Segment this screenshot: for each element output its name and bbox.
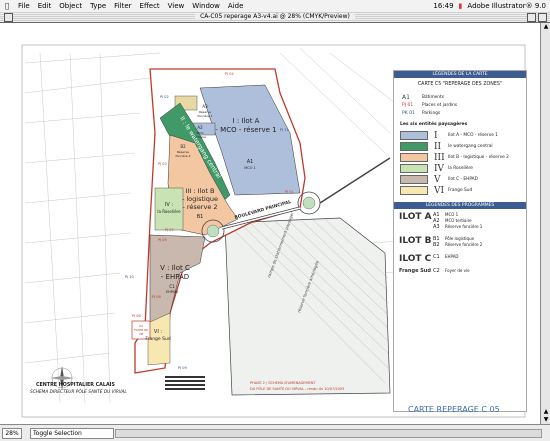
legend-key-row: A1 Bâtiments — [402, 93, 444, 101]
entite-row: III Ilot B - logistique - réserve 2 — [400, 152, 526, 163]
svg-text:- réserve 2: - réserve 2 — [182, 203, 217, 211]
programme-ilot-b: ILOT B B1 B2 Pôle logistique Réserve fonci… — [399, 236, 483, 248]
horizontal-scrollbar[interactable] — [115, 429, 542, 438]
scroll-up-icon[interactable]: ▲ — [542, 408, 550, 416]
svg-text:la Roselière: la Roselière — [157, 209, 181, 214]
swatch — [400, 164, 428, 173]
svg-text:foncière 2: foncière 2 — [176, 154, 191, 158]
scroll-up-icon[interactable]: ▲ — [542, 23, 550, 31]
svg-text:- logistique: - logistique — [182, 195, 218, 203]
clock: 16:49 — [433, 2, 454, 10]
artboard-canvas[interactable]: rampe de stationnement paysager réserve … — [0, 23, 541, 424]
legend-key-row: PK 01 Parkings — [402, 110, 441, 116]
title-schema: SCHEMA DIRECTEUR PÔLE SANTÉ DU VIRVAL — [30, 387, 127, 395]
close-box-icon[interactable] — [4, 13, 13, 22]
menu-aide[interactable]: Aide — [224, 0, 247, 12]
programmes-header: LÉGENDES DES PROGRAMMES — [394, 202, 526, 209]
status-bar: 28% Toggle Selection — [0, 424, 550, 441]
phase-title: PHASE 2 / SCHEMA D'AMENAGEMENT — [250, 381, 316, 385]
legend-title: CARTE C5 "REPERAGE DES ZONES" — [417, 82, 503, 87]
collapse-box-icon[interactable] — [538, 13, 547, 22]
menu-file[interactable]: File — [14, 0, 34, 12]
swatch — [400, 175, 428, 184]
swatch — [400, 186, 428, 195]
svg-text:VIE: VIE — [139, 332, 144, 336]
menu-object[interactable]: Object — [55, 0, 86, 12]
phase-sub: DU PÔLE DE SANTE DU VIRVAL - rendu du 10… — [250, 386, 344, 391]
legend-header: LÉGENDES DE LA CARTE — [394, 71, 526, 78]
svg-text:V : Ilot C: V : Ilot C — [160, 264, 190, 272]
menu-edit[interactable]: Edit — [34, 0, 56, 12]
entite-row: IV la Roselière — [400, 163, 526, 174]
legend-panel: LÉGENDES DE LA CARTE CARTE C5 "REPERAGE … — [393, 70, 527, 412]
svg-text:III : Ilot B: III : Ilot B — [186, 187, 215, 195]
menu-window[interactable]: Window — [188, 0, 224, 12]
flag-icon[interactable]: ▮ — [459, 0, 463, 12]
programme-ilot-c: ILOT C C1 EHPAD — [399, 254, 459, 264]
apple-menu-icon[interactable]:  — [0, 0, 14, 12]
svg-text:PJ 06: PJ 06 — [152, 295, 161, 299]
legend-key-row: PJ 01 Places et jardins — [402, 102, 458, 108]
svg-text:PJ 03: PJ 03 — [158, 162, 167, 166]
svg-text:PJ 04: PJ 04 — [225, 72, 234, 76]
entite-row: V Ilot C - EHPAD — [400, 174, 526, 185]
zoom-box-icon[interactable] — [527, 13, 536, 22]
swatch — [400, 153, 428, 162]
svg-text:PJ 05: PJ 05 — [158, 238, 167, 242]
entite-row: I Ilot A - MCO - réserve 1 — [400, 130, 526, 141]
menu-type[interactable]: Type — [86, 0, 110, 12]
vertical-scrollbar[interactable]: ▲ ▲ ▼ — [540, 23, 550, 424]
svg-text:VI :: VI : — [154, 329, 162, 335]
svg-text:PJ 07: PJ 07 — [165, 228, 174, 232]
svg-text:PJ 01: PJ 01 — [285, 190, 294, 194]
svg-text:A2: A2 — [197, 125, 203, 130]
zoom-field[interactable]: 28% — [2, 428, 22, 439]
svg-text:foncière 1: foncière 1 — [198, 114, 213, 118]
svg-text:A3: A3 — [202, 104, 208, 109]
svg-text:PJ 02: PJ 02 — [160, 95, 169, 99]
app-name[interactable]: Adobe Illustrator® 9.0 — [467, 0, 546, 12]
entite-row: VI Frange Sud — [400, 185, 526, 196]
svg-text:A1: A1 — [247, 159, 254, 165]
scale-bar — [165, 376, 205, 390]
svg-text:Frange Sud: Frange Sud — [145, 336, 170, 342]
carte-reference: CARTE REPERAGE C 05 — [408, 405, 500, 414]
svg-text:B2: B2 — [180, 144, 186, 149]
svg-text:C1: C1 — [169, 284, 175, 289]
svg-text:- MCO - réserve 1: - MCO - réserve 1 — [215, 126, 276, 134]
title-hospital: CENTRE HOSPITALIER CALAIS — [36, 382, 115, 388]
swatch — [400, 142, 428, 151]
svg-text:IV :: IV : — [165, 202, 173, 208]
svg-text:PJ 11: PJ 11 — [280, 128, 289, 132]
entite-row: II le watergang central — [400, 141, 526, 152]
svg-text:PJ 08: PJ 08 — [132, 314, 141, 318]
svg-text:EHPAD: EHPAD — [166, 290, 178, 294]
window-titlebar[interactable]: CA-C05 reperage A3-v4.ai @ 28% (CMYK/Pre… — [0, 12, 550, 23]
svg-text:I : Ilot A: I : Ilot A — [233, 117, 260, 125]
svg-text:- EHPAD: - EHPAD — [161, 273, 189, 281]
svg-text:B1: B1 — [197, 214, 204, 220]
tool-status[interactable]: Toggle Selection — [30, 428, 114, 439]
programme-ilot-a: ILOT A A1 A2 A3 MCO 1 MCO tertiaire Réserve … — [399, 212, 483, 230]
swatch — [400, 131, 428, 140]
menu-effect[interactable]: Effect — [136, 0, 164, 12]
window-title: CA-C05 reperage A3-v4.ai @ 28% (CMYK/Pre… — [195, 13, 355, 20]
svg-text:PJ 10: PJ 10 — [125, 275, 134, 279]
svg-text:PJ 09: PJ 09 — [178, 366, 187, 370]
programme-frange-sud: Frange Sud C2 Foyer de vie — [399, 268, 470, 274]
svg-text:MCO 1: MCO 1 — [244, 166, 256, 170]
menu-view[interactable]: View — [164, 0, 189, 12]
scroll-down-icon[interactable]: ▼ — [542, 416, 550, 424]
entites-title: Les six entités paysagères — [400, 122, 468, 127]
menu-filter[interactable]: Filter — [110, 0, 135, 12]
